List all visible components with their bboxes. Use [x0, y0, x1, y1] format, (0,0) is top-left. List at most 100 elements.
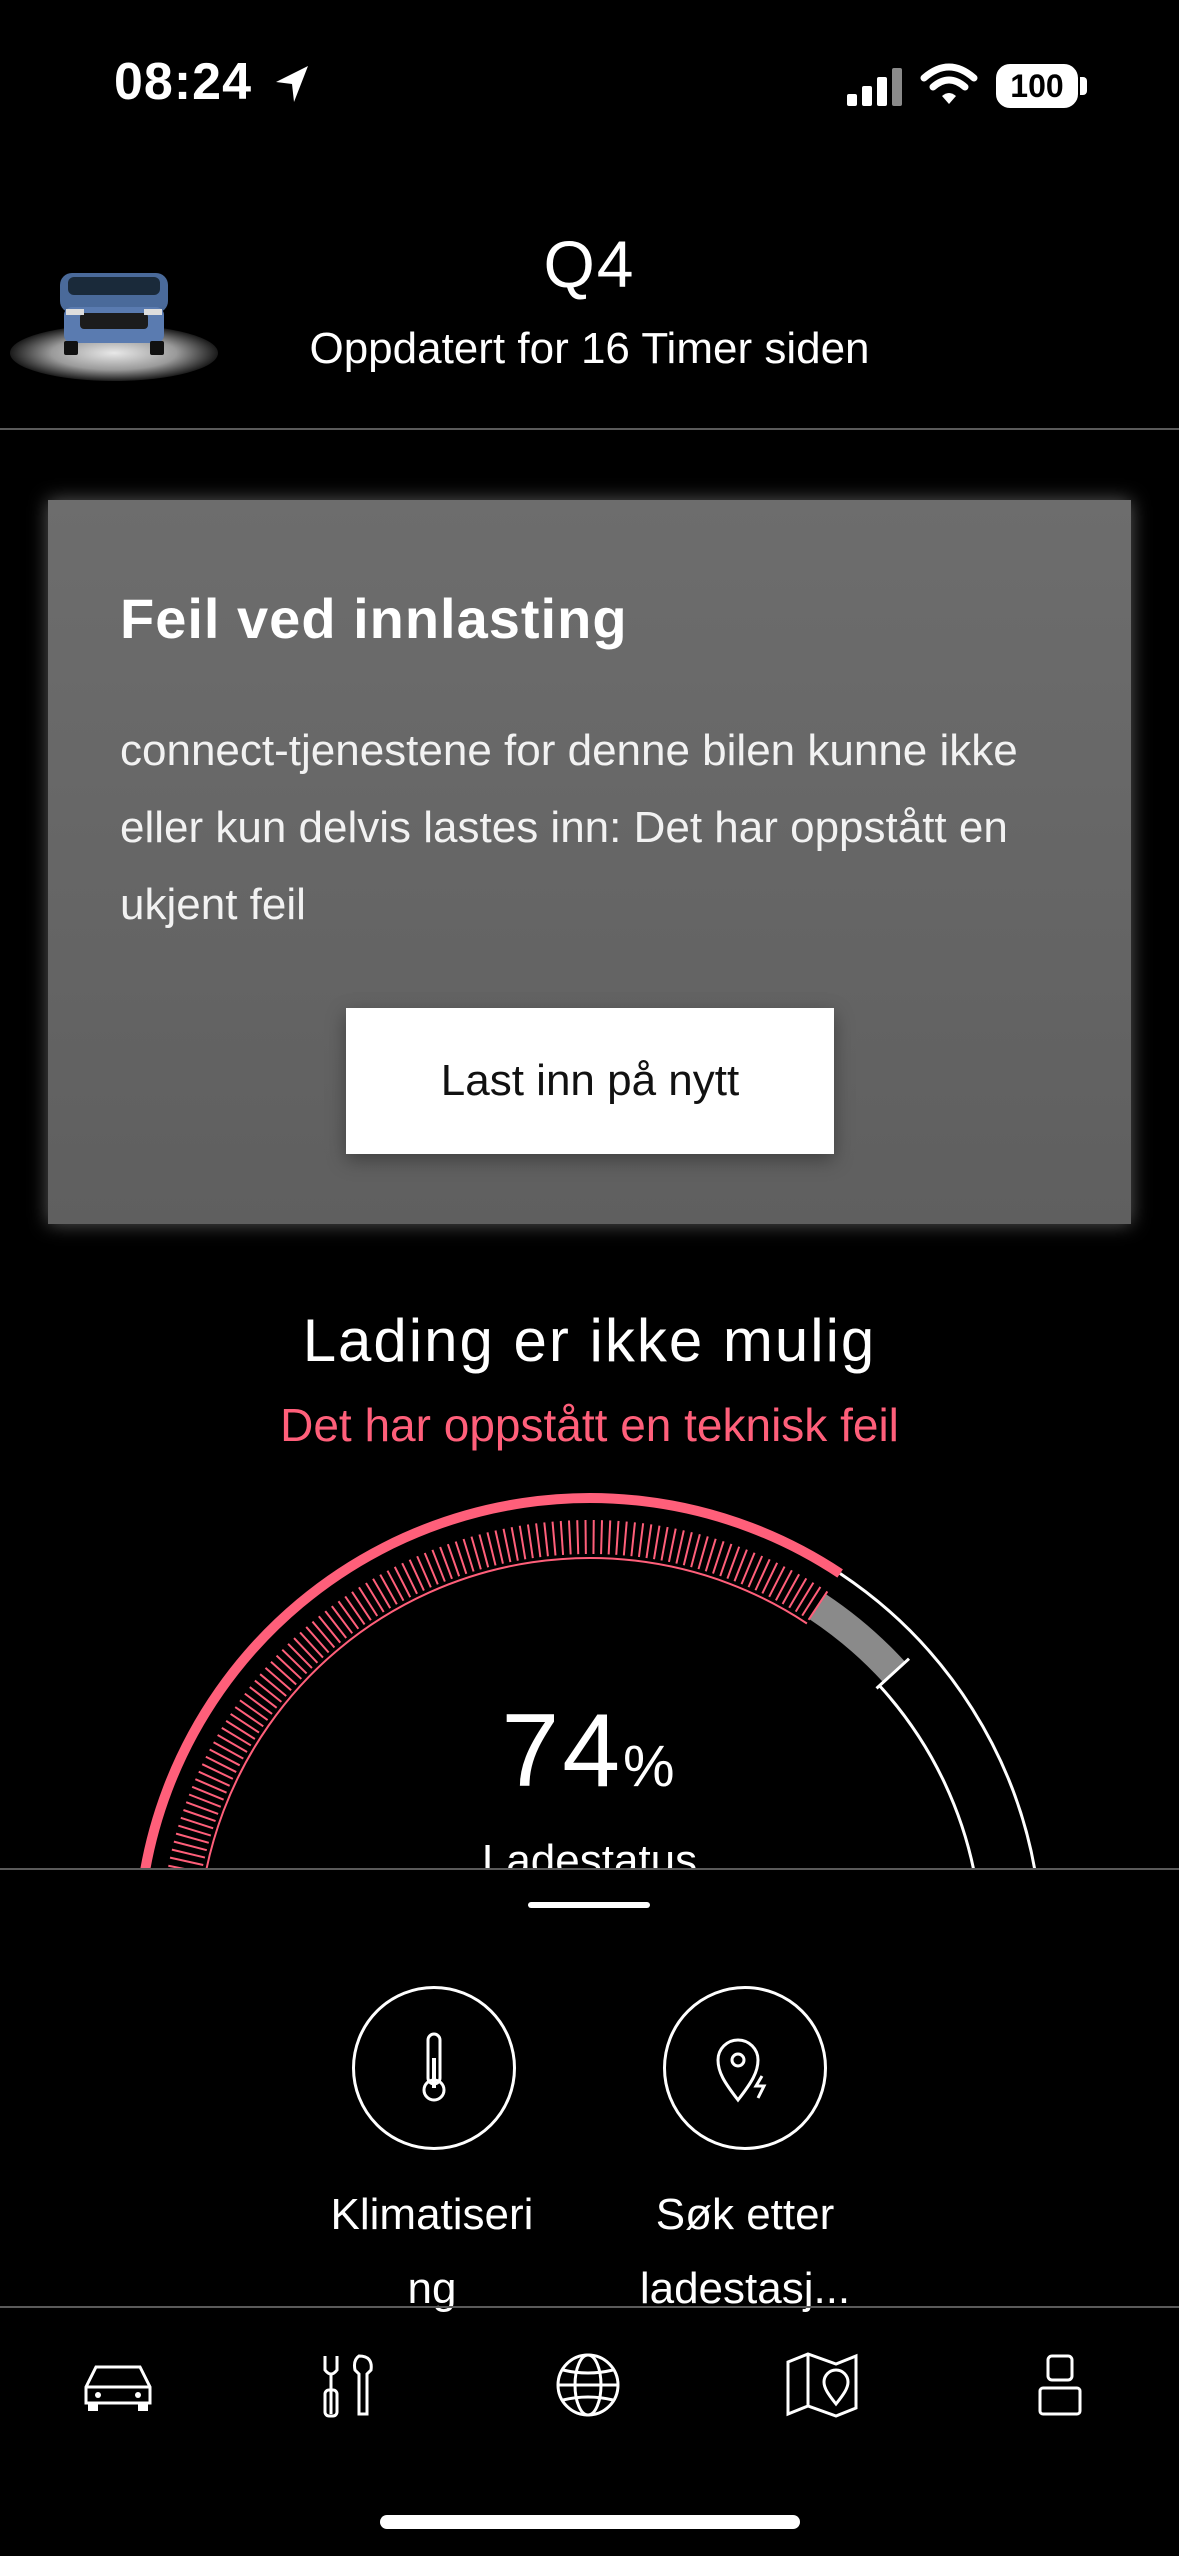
gauge-remaining-band	[809, 1594, 906, 1683]
cellular-signal-icon	[847, 68, 902, 106]
tab-vehicle[interactable]	[78, 2350, 158, 2420]
tab-services[interactable]	[310, 2350, 390, 2420]
gauge-tick	[486, 1532, 497, 1566]
gauge-tick	[630, 1522, 636, 1557]
battery-level-label: Ladestatus	[481, 1836, 698, 1870]
error-card: Feil ved innlasting connect-tjenestene f…	[48, 500, 1131, 1224]
climate-label: Klimatiseri ng	[330, 2190, 534, 2313]
gauge-tick	[637, 1523, 645, 1558]
gauge-tick	[287, 1643, 313, 1669]
gauge-tick	[264, 1667, 292, 1691]
sheet-drag-handle[interactable]	[528, 1902, 650, 1908]
gauge-tick	[768, 1566, 786, 1598]
gauge-tick	[324, 1610, 347, 1639]
charging-status-title: Lading er ikke mulig	[302, 1307, 877, 1374]
gauge-tick	[386, 1570, 405, 1602]
gauge-tick	[690, 1534, 701, 1568]
tab-map[interactable]	[782, 2350, 862, 2420]
find-charging-station-button[interactable]	[663, 1986, 827, 2150]
gauge-tick	[462, 1538, 475, 1572]
gauge-tick	[567, 1520, 572, 1555]
gauge-tick	[379, 1574, 398, 1605]
gauge-tick	[494, 1530, 504, 1564]
gauge-tick	[502, 1528, 512, 1563]
gauge-tick	[543, 1522, 549, 1557]
charging-location-icon	[716, 2038, 767, 2103]
wifi-icon	[920, 63, 978, 104]
gauge-tick	[311, 1620, 336, 1649]
gauge-tick	[358, 1586, 379, 1617]
gauge-tick	[682, 1531, 693, 1566]
gauge-tick	[615, 1520, 620, 1555]
gauge-tick	[788, 1577, 808, 1609]
gauge-tick	[794, 1582, 815, 1613]
gauge-tick	[600, 1520, 604, 1555]
gauge-tick	[761, 1562, 779, 1594]
gauge-tick	[270, 1660, 297, 1686]
gauge-tick	[559, 1520, 565, 1555]
gauge-tick	[393, 1566, 412, 1598]
gauge-tick	[675, 1530, 685, 1564]
thermometer-icon	[422, 2032, 446, 2102]
gauge-tick	[318, 1615, 342, 1644]
gauge-tick	[365, 1582, 385, 1613]
gauge-tick	[275, 1654, 303, 1680]
gauge-tick	[344, 1595, 366, 1626]
gauge-tick	[281, 1648, 308, 1675]
gauge-tick	[305, 1626, 330, 1654]
battery-level-value: 74%	[0, 1692, 1179, 1811]
gauge-tick	[704, 1538, 717, 1572]
home-indicator[interactable]	[380, 2515, 800, 2529]
gauge-tick	[293, 1637, 319, 1664]
gauge-tick	[337, 1600, 360, 1630]
gauge-tick	[622, 1521, 628, 1556]
gauge-tick	[510, 1527, 519, 1561]
gauge-tick	[660, 1526, 669, 1561]
header-divider	[0, 428, 1179, 430]
status-bar: 08:24 100	[0, 0, 1179, 170]
gauge-tick	[331, 1605, 354, 1634]
quick-actions-sheet[interactable]	[0, 1868, 1179, 2308]
charging-error-text: Det har oppstått en teknisk feil	[280, 1399, 899, 1451]
error-message: connect-tjenestene for denne bilen kunne…	[120, 726, 1018, 929]
gauge-tick	[299, 1631, 324, 1659]
tab-connect[interactable]	[548, 2350, 628, 2420]
gauge-tick	[518, 1525, 527, 1560]
battery-indicator: 100	[996, 64, 1078, 108]
tab-profile[interactable]	[1020, 2350, 1100, 2420]
reload-button[interactable]: Last inn på nytt	[346, 1008, 834, 1154]
battery-percent-unit: %	[623, 1734, 678, 1799]
battery-percent-number: 74	[501, 1693, 624, 1809]
gauge-tick	[401, 1562, 418, 1595]
gauge-tick	[653, 1525, 661, 1560]
location-arrow-icon	[276, 66, 308, 102]
gauge-tick	[470, 1536, 482, 1570]
gauge-tick	[697, 1536, 709, 1570]
gauge-tick	[576, 1520, 580, 1555]
find-charging-station-label: Søk etter ladestasj...	[639, 2190, 851, 2313]
gauge-tick	[775, 1569, 793, 1601]
battery-tip	[1080, 77, 1087, 95]
last-updated-text: Oppdatert for 16 Timer siden	[309, 324, 870, 373]
gauge-tick	[667, 1528, 677, 1563]
gauge-tick	[645, 1524, 653, 1559]
gauge-tick	[478, 1534, 490, 1568]
gauge-tick	[535, 1523, 542, 1558]
car-icon	[84, 2365, 152, 2411]
error-title: Feil ved innlasting	[120, 587, 628, 650]
tools-icon	[323, 2354, 373, 2418]
climate-button[interactable]	[352, 1986, 516, 2150]
car-model-title: Q4	[543, 227, 636, 301]
profile-icon	[1038, 2354, 1082, 2416]
gauge-tick	[351, 1591, 372, 1621]
globe-icon	[556, 2353, 620, 2417]
gauge-tick	[551, 1521, 557, 1556]
gauge-tick	[526, 1524, 534, 1559]
gauge-tick	[607, 1520, 612, 1555]
gauge-tick	[178, 1824, 212, 1837]
map-icon	[786, 2352, 858, 2418]
gauge-tick	[372, 1578, 392, 1609]
gauge-tick	[781, 1573, 800, 1605]
status-time: 08:24	[114, 53, 252, 111]
gauge-charge-arc	[140, 1493, 843, 1870]
